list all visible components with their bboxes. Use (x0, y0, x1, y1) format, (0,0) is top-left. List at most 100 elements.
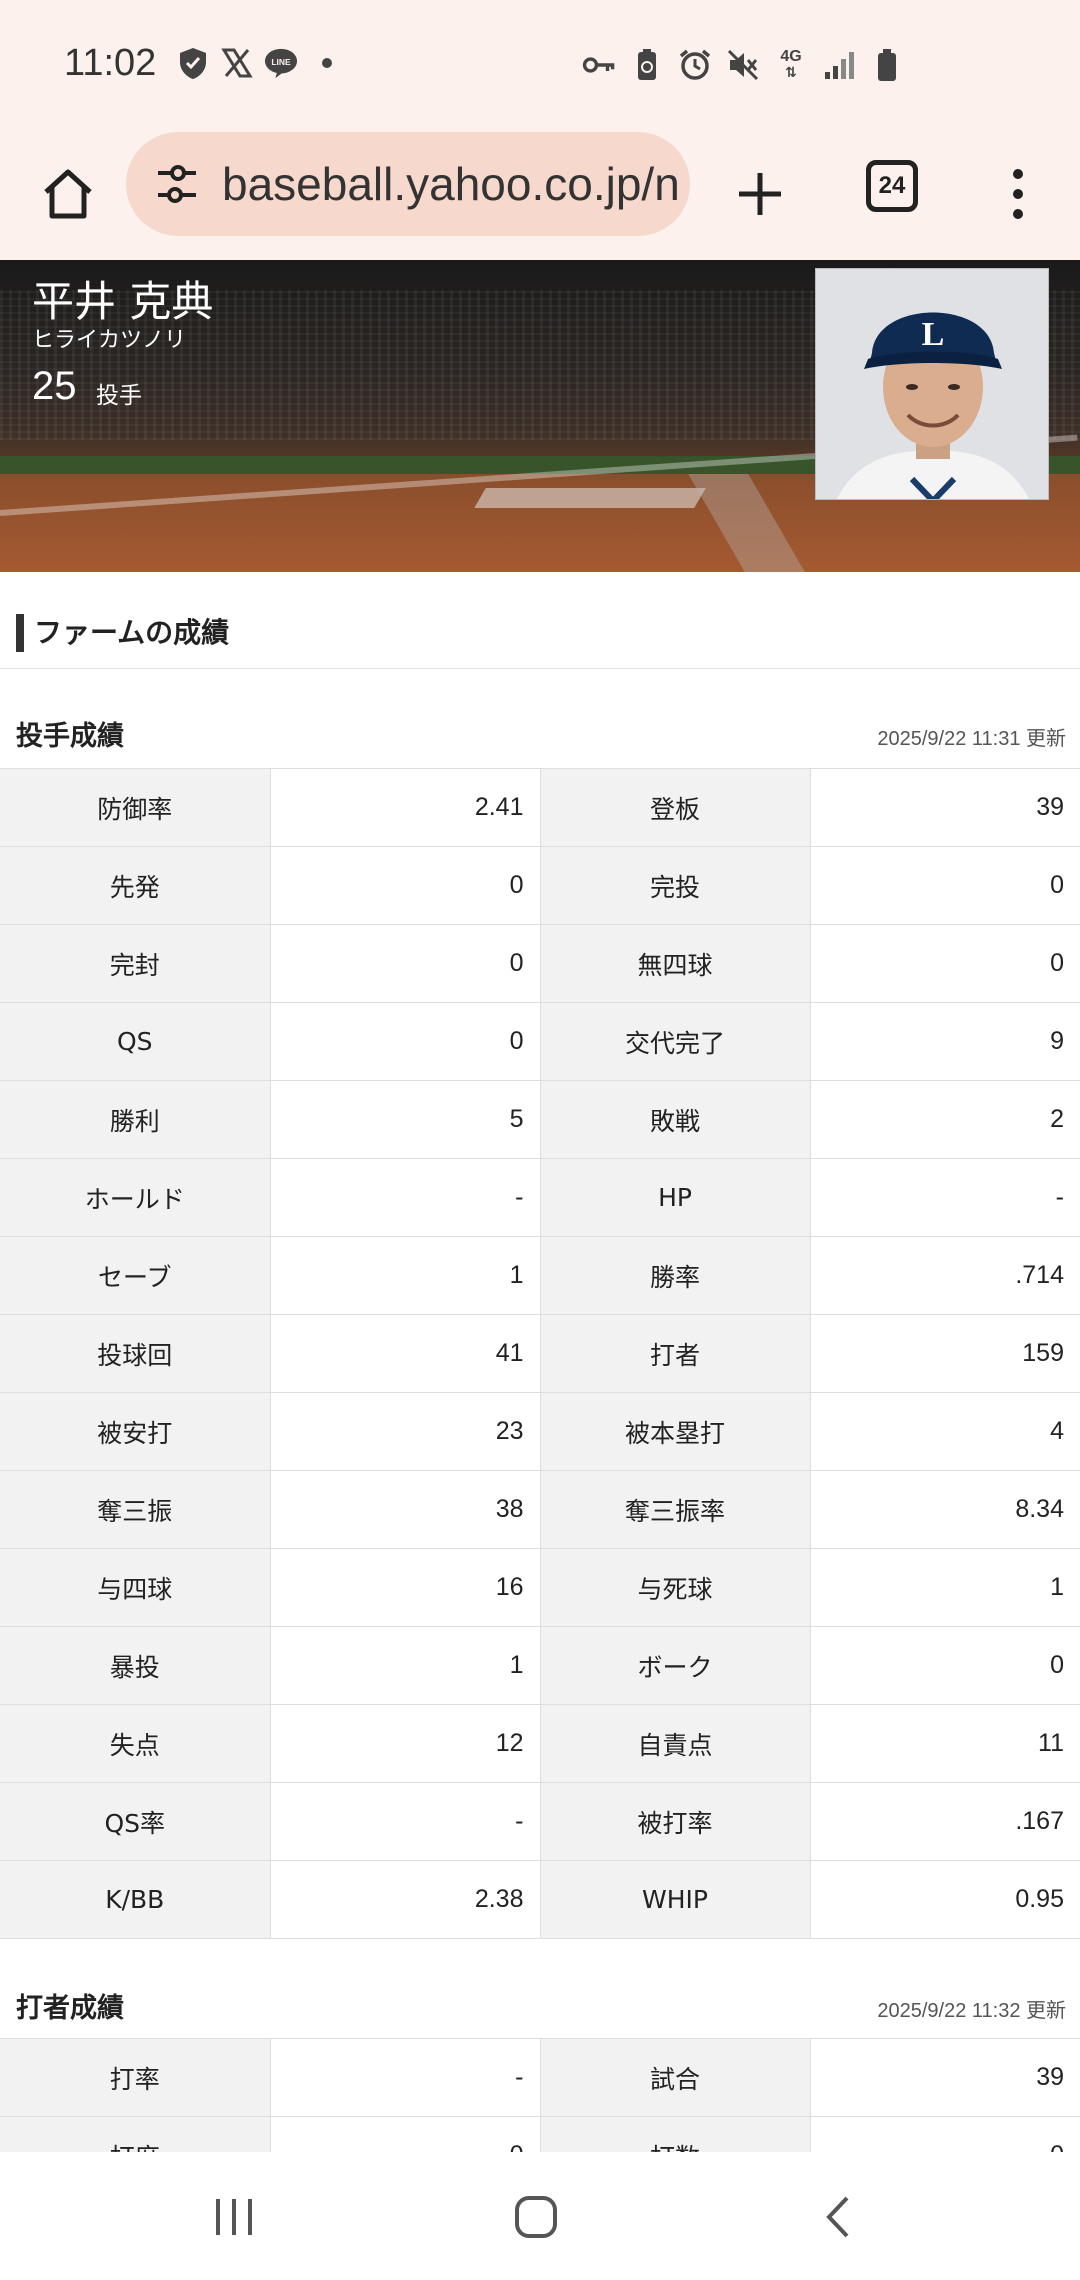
stat-value: 0 (270, 1002, 541, 1081)
stat-label: 打率 (0, 2038, 271, 2117)
mute-icon (726, 48, 760, 82)
plus-icon (739, 173, 781, 215)
more-notifications-dot (322, 58, 332, 68)
stat-label: 奪三振率 (540, 1470, 811, 1549)
stat-label: 無四球 (540, 924, 811, 1003)
stat-label: WHIP (540, 1860, 811, 1939)
stat-value: 4 (810, 1392, 1080, 1471)
stats-row: K/BB 2.38 WHIP 0.95 (0, 1860, 1080, 1939)
player-photo: L (815, 268, 1049, 500)
system-icons: 4G ⇅ (582, 48, 904, 82)
home-nav-button[interactable] (496, 2182, 576, 2252)
recycle-battery-icon (630, 48, 664, 82)
stats-row: ホールド - HP - (0, 1158, 1080, 1237)
player-kana: ヒライカツノリ (32, 328, 187, 353)
network-label: 4G (780, 48, 802, 65)
stats-row: 勝利 5 敗戦 2 (0, 1080, 1080, 1159)
pitching-updated: 2025/9/22 11:31 更新 (877, 728, 1066, 750)
stat-label: QS (0, 1002, 271, 1081)
stat-value: 0 (810, 924, 1080, 1003)
divider (0, 668, 1080, 669)
battery-icon (870, 48, 904, 82)
stat-label: 被安打 (0, 1392, 271, 1471)
stat-value: 0 (810, 1626, 1080, 1705)
back-icon (826, 2196, 849, 2238)
stat-value: .714 (810, 1236, 1080, 1315)
stat-value: 1 (270, 1626, 541, 1705)
stat-label: 被打率 (540, 1782, 811, 1861)
stat-value: 2.38 (270, 1860, 541, 1939)
stat-value: 39 (810, 2038, 1080, 2117)
pitching-heading: 投手成績 (16, 721, 124, 752)
stat-value: 39 (810, 768, 1080, 847)
svg-text:LINE: LINE (271, 57, 291, 67)
stat-label: 奪三振 (0, 1470, 271, 1549)
recents-icon (216, 2199, 252, 2235)
stats-row: QS 0 交代完了 9 (0, 1002, 1080, 1081)
cap-logo: L (922, 316, 945, 353)
status-bar: 11:02 LINE 4G ⇅ (0, 0, 1080, 130)
player-number: 25 (32, 364, 77, 408)
stat-label: 登板 (540, 768, 811, 847)
pitching-stats-table: 防御率 2.41 登板 39 先発 0 完投 0 完封 0 無四球 0 QS 0 交代完了 9 勝利 5 敗戦 2 ホー… (0, 768, 1080, 1939)
stat-label: セーブ (0, 1236, 271, 1315)
stat-value: 16 (270, 1548, 541, 1627)
stat-value: .167 (810, 1782, 1080, 1861)
stat-label: 先発 (0, 846, 271, 925)
stat-label: 勝率 (540, 1236, 811, 1315)
stat-label: 試合 (540, 2038, 811, 2117)
stat-value: 8.34 (810, 1470, 1080, 1549)
back-button[interactable] (798, 2182, 878, 2252)
stat-label: 被本塁打 (540, 1392, 811, 1471)
home-icon (44, 169, 92, 219)
4g-icon: 4G ⇅ (780, 48, 802, 82)
x-icon (220, 46, 254, 80)
stat-label: 暴投 (0, 1626, 271, 1705)
menu-dot (1013, 209, 1023, 219)
line-icon: LINE (264, 46, 298, 80)
stat-value: 2.41 (270, 768, 541, 847)
stat-label: 敗戦 (540, 1080, 811, 1159)
stat-value: - (270, 2038, 541, 2117)
stat-label: 完投 (540, 846, 811, 925)
stat-value: 2 (810, 1080, 1080, 1159)
recents-button[interactable] (194, 2182, 274, 2252)
stat-value: 38 (270, 1470, 541, 1549)
stat-value: - (270, 1782, 541, 1861)
stat-label: ボーク (540, 1626, 811, 1705)
stat-label: HP (540, 1158, 811, 1237)
stat-value: 0 (270, 924, 541, 1003)
stats-row: 完封 0 無四球 0 (0, 924, 1080, 1003)
stat-value: 0.95 (810, 1860, 1080, 1939)
stat-label: 投球回 (0, 1314, 271, 1393)
stat-value: - (810, 1158, 1080, 1237)
home-plate (474, 488, 706, 508)
address-bar[interactable]: baseball.yahoo.co.jp/n (126, 132, 690, 236)
stat-label: 交代完了 (540, 1002, 811, 1081)
stat-value: 23 (270, 1392, 541, 1471)
stat-value: 0 (270, 846, 541, 925)
stat-value: 11 (810, 1704, 1080, 1783)
stats-row: 失点 12 自責点 11 (0, 1704, 1080, 1783)
stat-value: - (270, 1158, 541, 1237)
signal-icon (822, 48, 856, 82)
stat-label: 打者 (540, 1314, 811, 1393)
menu-button[interactable] (990, 156, 1046, 232)
stats-row: 与四球 16 与死球 1 (0, 1548, 1080, 1627)
new-tab-button[interactable] (722, 156, 798, 232)
player-hero: 平井 克典 ヒライカツノリ 25 投手 L (0, 260, 1080, 572)
stats-row: 打率 - 試合 39 (0, 2038, 1080, 2117)
notification-icons: LINE (176, 46, 332, 80)
site-settings-icon[interactable] (154, 161, 200, 207)
stats-row: 先発 0 完投 0 (0, 846, 1080, 925)
stat-label: ホールド (0, 1158, 271, 1237)
stat-label: K/BB (0, 1860, 271, 1939)
system-nav-bar (0, 2152, 1080, 2280)
url-text[interactable]: baseball.yahoo.co.jp/n (222, 157, 680, 211)
alarm-icon (678, 48, 712, 82)
tab-switcher-button[interactable]: 24 (866, 160, 918, 212)
browser-toolbar: baseball.yahoo.co.jp/n 24 (0, 130, 1080, 260)
home-button[interactable] (30, 156, 106, 232)
batting-heading: 打者成績 (16, 1993, 124, 2024)
status-time: 11:02 (64, 42, 157, 84)
